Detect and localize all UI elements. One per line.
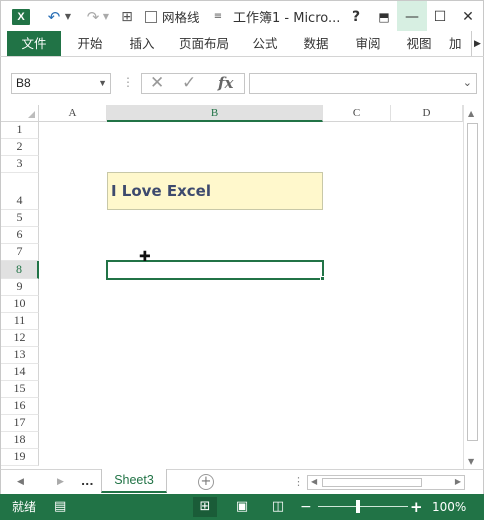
row-header[interactable]: 2 (1, 139, 39, 156)
resize-handle-icon[interactable]: ⋮ (122, 75, 134, 89)
next-sheet-icon[interactable]: ▶ (57, 470, 64, 494)
scroll-right-icon[interactable]: ▶ (455, 477, 461, 486)
horizontal-scrollbar[interactable]: ◀ ▶ (307, 475, 465, 490)
sheet-tab-sheet3[interactable]: Sheet3 (101, 469, 167, 493)
sheet-tab-bar: ◀ ▶ ... Sheet3 + ⋮ ◀ ▶ (0, 469, 484, 494)
zoom-out-button[interactable]: − (300, 494, 312, 520)
formula-bar: B8 ▼ ⋮ ✕ ✓ fx ⌄ (0, 57, 484, 105)
row-header[interactable]: 5 (1, 210, 39, 227)
tab-scroll-right-icon[interactable]: ▶ (471, 31, 483, 57)
page-layout-view-icon[interactable]: ▣ (230, 497, 254, 517)
row-header[interactable]: 9 (1, 279, 39, 296)
ribbon-tabs: 文件 开始 插入 页面布局 公式 数据 审阅 视图 加载 ▶ (0, 31, 484, 57)
checkbox-icon (145, 10, 157, 23)
row-header[interactable]: 3 (1, 156, 39, 173)
ribbon-options-icon[interactable]: ⬒ (369, 1, 399, 32)
row-header[interactable]: 13 (1, 347, 39, 364)
tab-insert[interactable]: 插入 (119, 31, 165, 57)
scroll-up-icon[interactable]: ▲ (468, 109, 474, 118)
column-header-a[interactable]: A (39, 105, 107, 122)
worksheet-grid[interactable]: A B C D 1 2 3 4 5 6 7 8 9 10 11 12 13 14… (0, 105, 484, 469)
zoom-in-button[interactable]: + (410, 494, 423, 520)
add-sheet-icon[interactable]: + (198, 474, 214, 490)
scroll-down-icon[interactable]: ▼ (468, 457, 474, 466)
row-header[interactable]: 18 (1, 432, 39, 449)
scroll-left-icon[interactable]: ◀ (311, 477, 317, 486)
tab-view[interactable]: 视图 (397, 31, 441, 57)
gridlines-label: 网格线 (162, 10, 200, 25)
insert-function-icon[interactable]: fx (218, 74, 233, 93)
column-header-d[interactable]: D (391, 105, 463, 122)
row-header[interactable]: 19 (1, 449, 39, 466)
tab-home[interactable]: 开始 (67, 31, 113, 57)
qat-customize-icon[interactable]: ≡ (211, 1, 225, 32)
row-header[interactable]: 15 (1, 381, 39, 398)
normal-view-icon[interactable]: ⊞ (193, 497, 217, 517)
title-bar: X ↶ ▼ ↷ ▼ ⊞ 网格线 ≡ 工作簿1 - Micro... ? ⬒ — … (0, 0, 484, 32)
formula-buttons: ✕ ✓ fx (141, 73, 245, 94)
excel-logo-icon: X (12, 9, 30, 25)
zoom-slider-thumb[interactable] (356, 500, 360, 513)
row-header[interactable]: 16 (1, 398, 39, 415)
page-break-view-icon[interactable]: ◫ (266, 497, 290, 517)
tab-page-layout[interactable]: 页面布局 (171, 31, 237, 57)
status-bar: 就绪 ▤ ⊞ ▣ ◫ − + 100% (0, 494, 484, 520)
row-header[interactable]: 10 (1, 296, 39, 313)
gridlines-checkbox[interactable]: 网格线 (145, 1, 215, 32)
row-header[interactable]: 17 (1, 415, 39, 432)
macro-record-icon[interactable]: ▤ (54, 494, 66, 520)
grid-view-icon[interactable]: ⊞ (117, 1, 137, 32)
enter-icon[interactable]: ✓ (182, 74, 196, 93)
status-ready: 就绪 (12, 500, 37, 514)
prev-sheet-icon[interactable]: ◀ (17, 470, 24, 494)
row-header[interactable]: 4 (1, 173, 39, 210)
row-header[interactable]: 1 (1, 122, 39, 139)
name-box-value: B8 (16, 76, 31, 90)
cell-b4-text: I Love Excel (111, 182, 211, 200)
name-box[interactable]: B8 ▼ (11, 73, 111, 94)
tab-review[interactable]: 审阅 (345, 31, 391, 57)
cross-cursor-icon: ✚ (139, 249, 151, 265)
tab-split-handle-icon[interactable]: ⋮ (293, 470, 304, 494)
zoom-slider-track[interactable] (318, 506, 408, 507)
select-all-corner[interactable] (1, 105, 39, 122)
cancel-icon[interactable]: ✕ (150, 74, 164, 93)
column-header-c[interactable]: C (323, 105, 391, 122)
row-header[interactable]: 12 (1, 330, 39, 347)
tab-formulas[interactable]: 公式 (243, 31, 287, 57)
window-title: 工作簿1 - Micro... (233, 11, 341, 26)
more-sheets[interactable]: ... (81, 470, 94, 494)
tab-data[interactable]: 数据 (293, 31, 339, 57)
formula-input[interactable]: ⌄ (249, 73, 477, 94)
undo-dropdown-icon[interactable]: ▼ (63, 1, 73, 32)
tab-file[interactable]: 文件 (7, 31, 61, 57)
row-header[interactable]: 11 (1, 313, 39, 330)
fill-handle[interactable] (320, 276, 325, 281)
row-header-selected[interactable]: 8 (1, 261, 39, 279)
row-header[interactable]: 7 (1, 244, 39, 261)
vertical-scrollbar[interactable]: ▲ ▼ (463, 105, 480, 469)
horizontal-scroll-thumb[interactable] (322, 478, 422, 487)
vertical-scroll-thumb[interactable] (467, 123, 478, 441)
tab-addins[interactable]: 加载 (449, 31, 471, 57)
redo-dropdown-icon[interactable]: ▼ (101, 1, 111, 32)
zoom-level[interactable]: 100% (432, 494, 466, 520)
minimize-button[interactable]: — (397, 1, 427, 32)
help-button[interactable]: ? (341, 1, 371, 32)
expand-formula-icon[interactable]: ⌄ (463, 76, 472, 89)
maximize-button[interactable]: ☐ (425, 1, 455, 32)
chevron-down-icon[interactable]: ▼ (98, 74, 107, 93)
row-header[interactable]: 6 (1, 227, 39, 244)
close-button[interactable]: ✕ (453, 1, 483, 32)
column-header-b[interactable]: B (107, 105, 323, 122)
row-header[interactable]: 14 (1, 364, 39, 381)
